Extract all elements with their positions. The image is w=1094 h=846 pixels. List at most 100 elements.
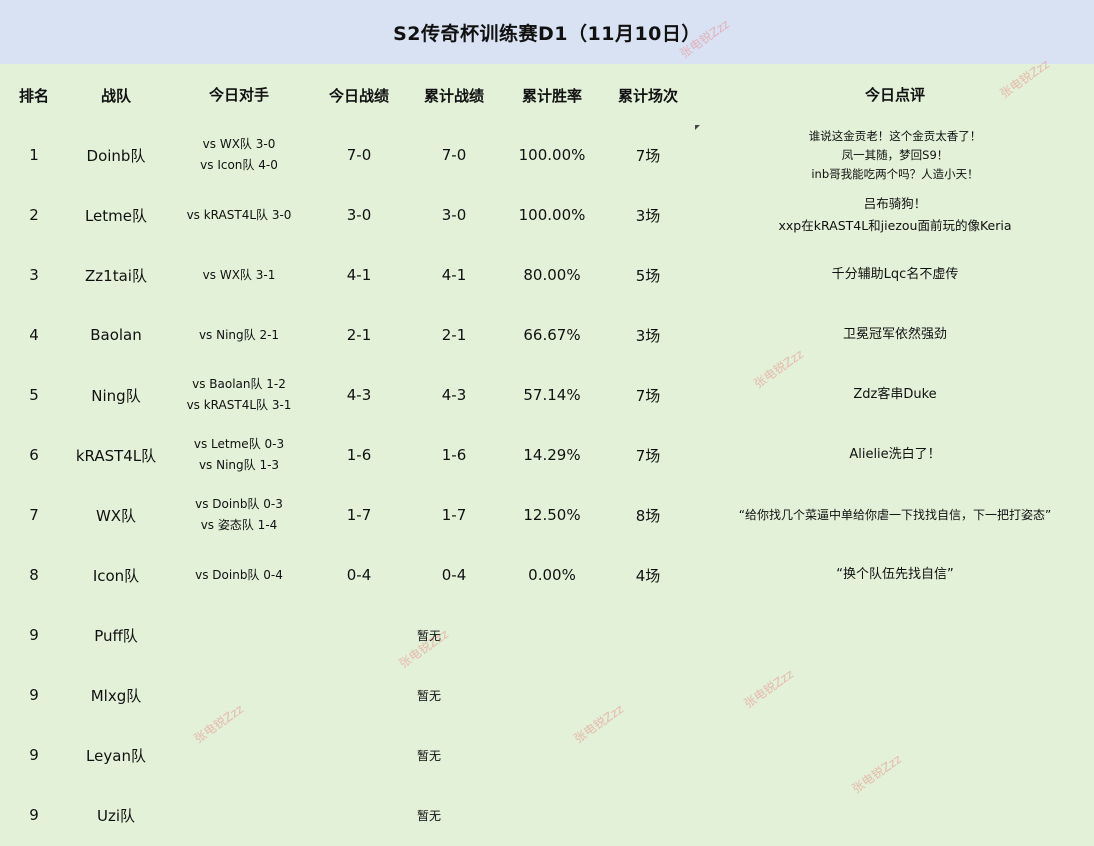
total-record-cell: 7-0 (441, 146, 467, 164)
opponent-line: vs kRAST4L队 3-0 (186, 207, 292, 222)
comment-line: “换个队伍先找自信” (836, 567, 954, 582)
opponents-cell: vs WX队 3-1 (164, 245, 314, 305)
comment-line: Zdz客串Duke (853, 387, 937, 402)
table-row: 9 Mlxg队 暂无 (0, 665, 1094, 725)
table-row: 5 Ning队 vs Baolan队 1-2 vs kRAST4L队 3-1 4… (0, 365, 1094, 425)
table-row: 9 Leyan队 暂无 (0, 725, 1094, 785)
rank-cell: 3 (29, 266, 39, 284)
rank-cell: 9 (29, 806, 39, 824)
win-rate-cell: 14.29% (523, 446, 581, 464)
no-record-cell: 暂无 (416, 748, 441, 763)
opponent-line: vs Ning队 2-1 (198, 327, 280, 342)
total-record-cell: 3-0 (441, 206, 467, 224)
comment-line: 凤一其随，梦回S9！ (841, 147, 949, 162)
no-record-cell: 暂无 (416, 688, 441, 703)
rank-cell: 9 (29, 746, 39, 764)
team-cell: Leyan队 (86, 746, 146, 765)
total-record-cell: 4-1 (441, 266, 467, 284)
header-games: 累计场次 (617, 86, 678, 105)
win-rate-cell: 100.00% (518, 206, 586, 224)
rank-cell: 2 (29, 206, 39, 224)
win-rate-cell: 12.50% (523, 506, 581, 524)
comment-line: 吕布骑狗！ (863, 196, 927, 211)
win-rate-cell: 66.67% (523, 326, 581, 344)
rank-cell: 1 (29, 146, 39, 164)
page-title: S2传奇杯训练赛D1（11月10日） (393, 22, 701, 45)
today-record-cell: 2-1 (346, 326, 372, 344)
comment-line: 卫冕冠军依然强劲 (842, 327, 947, 342)
win-rate-cell: 100.00% (518, 146, 586, 164)
header-total-record: 累计战绩 (423, 86, 484, 105)
comment-cell: 谁说这金贡老！这个金贡太香了！ 凤一其随，梦回S9！ inb哥我能吃两个吗？人造… (696, 125, 1094, 185)
table-row: 1 Doinb队 vs WX队 3-0 vs Icon队 4-0 7-0 7-0… (0, 125, 1094, 185)
opponents-cell: vs WX队 3-0 vs Icon队 4-0 (164, 125, 314, 185)
team-cell: Zz1tai队 (85, 266, 147, 285)
total-record-cell: 1-7 (441, 506, 467, 524)
opponents-cell: vs Baolan队 1-2 vs kRAST4L队 3-1 (164, 365, 314, 425)
today-record-cell: 1-6 (346, 446, 372, 464)
comment-cell: 吕布骑狗！ xxp在kRAST4L和jiezou面前玩的像Keria (696, 185, 1094, 245)
rank-cell: 9 (29, 626, 39, 644)
comment-cell: Alielie洗白了！ (696, 425, 1094, 485)
opponent-line: vs Letme队 0-3 (193, 437, 285, 451)
rank-cell: 4 (29, 326, 39, 344)
table-row: 4 Baolan vs Ning队 2-1 2-1 2-1 66.67% 3场 … (0, 305, 1094, 365)
games-cell: 3场 (635, 206, 661, 225)
today-record-cell: 4-1 (346, 266, 372, 284)
games-cell: 5场 (635, 266, 661, 285)
header-today-record: 今日战绩 (328, 86, 389, 105)
comment-line: 谁说这金贡老！这个金贡太香了！ (808, 128, 982, 143)
title-bar: S2传奇杯训练赛D1（11月10日） (0, 0, 1094, 64)
table-row: 6 kRAST4L队 vs Letme队 0-3 vs Ning队 1-3 1-… (0, 425, 1094, 485)
comment-cell: “给你找几个菜逼中单给你虐一下找找自信，下一把打姿态” (696, 485, 1094, 545)
games-cell: 7场 (635, 386, 661, 405)
opponent-line: vs WX队 3-1 (202, 267, 276, 282)
table-header: 排名 战队 今日对手 今日战绩 累计战绩 累计胜率 累计场次 今日点评 (0, 64, 1094, 126)
rank-cell: 8 (29, 566, 39, 584)
games-cell: 3场 (635, 326, 661, 345)
opponents-cell: vs kRAST4L队 3-0 (164, 185, 314, 245)
games-cell: 4场 (635, 566, 661, 585)
comment-cell: 千分辅助Lqc名不虚传 (696, 245, 1094, 305)
no-record-cell: 暂无 (416, 808, 441, 823)
rank-cell: 7 (29, 506, 39, 524)
table-row: 9 Uzi队 暂无 (0, 785, 1094, 845)
opponent-line: vs Baolan队 1-2 (192, 377, 286, 391)
opponent-line: vs 姿态队 1-4 (200, 518, 278, 532)
comment-line: xxp在kRAST4L和jiezou面前玩的像Keria (778, 218, 1012, 233)
today-record-cell: 0-4 (346, 566, 372, 584)
opponent-line: vs Ning队 1-3 (198, 458, 280, 472)
table-row: 8 Icon队 vs Doinb队 0-4 0-4 0-4 0.00% 4场 “… (0, 545, 1094, 605)
win-rate-cell: 0.00% (528, 566, 576, 584)
total-record-cell: 1-6 (441, 446, 467, 464)
win-rate-cell: 57.14% (523, 386, 581, 404)
team-cell: Icon队 (92, 566, 140, 585)
header-team: 战队 (100, 86, 131, 105)
opponent-line: vs Icon队 4-0 (200, 158, 278, 172)
opponents-cell: vs Letme队 0-3 vs Ning队 1-3 (164, 425, 314, 485)
total-record-cell: 4-3 (441, 386, 467, 404)
header-opponents: 今日对手 (208, 85, 269, 104)
opponent-line: vs WX队 3-0 (202, 137, 276, 151)
team-cell: Mlxg队 (90, 686, 142, 705)
opponent-line: vs Doinb队 0-3 (195, 497, 283, 511)
team-cell: Uzi队 (96, 806, 136, 825)
opponents-cell: vs Doinb队 0-4 (164, 545, 314, 605)
team-cell: kRAST4L队 (75, 446, 157, 465)
comment-cell: “换个队伍先找自信” (696, 545, 1094, 605)
opponents-cell: vs Doinb队 0-3 vs 姿态队 1-4 (164, 485, 314, 545)
table-row: 3 Zz1tai队 vs WX队 3-1 4-1 4-1 80.00% 5场 千… (0, 245, 1094, 305)
today-record-cell: 4-3 (346, 386, 372, 404)
header-rank: 排名 (18, 86, 49, 105)
opponent-line: vs kRAST4L队 3-1 (186, 398, 292, 412)
win-rate-cell: 80.00% (523, 266, 581, 284)
total-record-cell: 2-1 (441, 326, 467, 344)
comment-cell: 卫冕冠军依然强劲 (696, 305, 1094, 365)
games-cell: 7场 (635, 146, 661, 165)
table-row: 7 WX队 vs Doinb队 0-3 vs 姿态队 1-4 1-7 1-7 1… (0, 485, 1094, 545)
team-cell: Ning队 (91, 386, 141, 405)
rank-cell: 9 (29, 686, 39, 704)
comment-line: inb哥我能吃两个吗？人造小天！ (811, 166, 979, 181)
rank-cell: 5 (29, 386, 39, 404)
table-row: 9 Puff队 暂无 (0, 605, 1094, 665)
